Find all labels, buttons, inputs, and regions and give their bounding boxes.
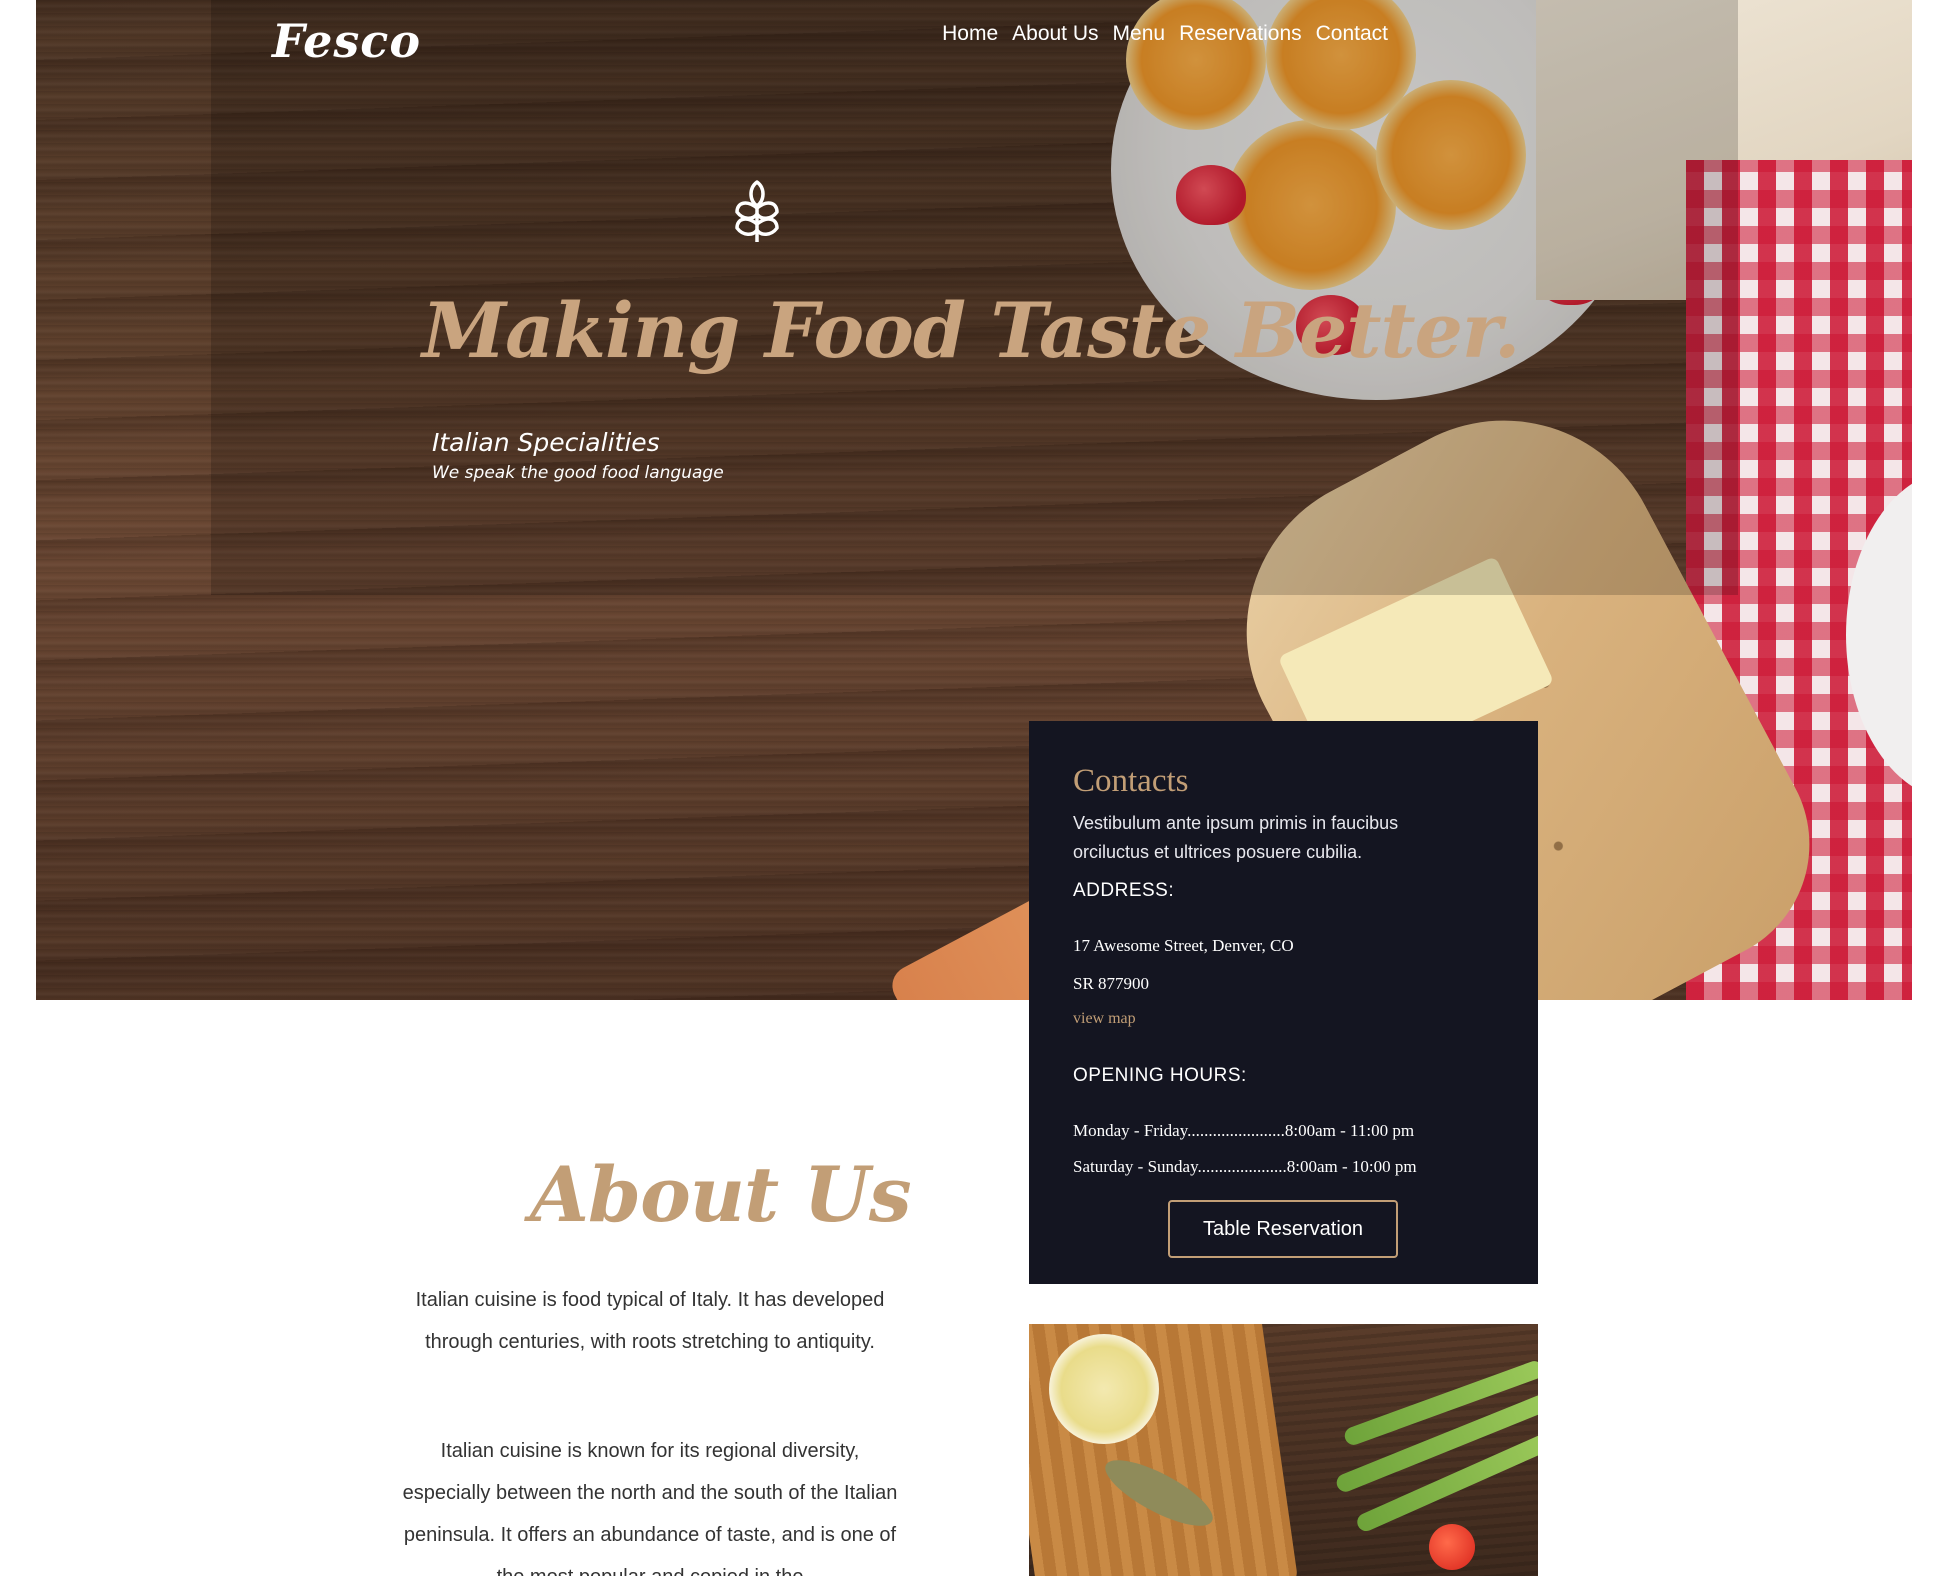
site-logo[interactable]: Fesco	[272, 14, 421, 68]
table-reservation-button[interactable]: Table Reservation	[1168, 1200, 1398, 1258]
nav-about-us[interactable]: About Us	[1012, 22, 1098, 46]
hero-headline: Making Food Taste Better.	[422, 286, 1520, 375]
address-heading: ADDRESS:	[1073, 880, 1175, 901]
hero-tagline: We speak the good food language	[432, 463, 724, 483]
tomato-image	[1429, 1524, 1475, 1570]
view-map-link[interactable]: view map	[1073, 1010, 1136, 1028]
about-title: About Us	[530, 1150, 912, 1239]
contacts-description: Vestibulum ante ipsum primis in faucibus…	[1073, 813, 1399, 862]
about-paragraph: Italian cuisine is food typical of Italy…	[415, 1289, 885, 1353]
vegetables-image	[1029, 1324, 1538, 1576]
about-paragraph: Italian cuisine is known for its regiona…	[402, 1440, 898, 1576]
lemon-image	[1049, 1334, 1159, 1444]
contacts-title: Contacts	[1073, 763, 1189, 799]
hours-row: Monday - Friday.......................8:…	[1073, 1121, 1415, 1140]
address-line: 17 Awesome Street, Denver, CO	[1073, 936, 1294, 955]
address-line: SR 877900	[1073, 974, 1150, 993]
nav-reservations[interactable]: Reservations	[1179, 22, 1302, 46]
hero-section	[36, 0, 1912, 1000]
nav-menu[interactable]: Menu	[1113, 22, 1166, 46]
hours-row: Saturday - Sunday.....................8:…	[1073, 1157, 1417, 1176]
main-nav: Home About Us Menu Reservations Contact	[942, 22, 1388, 46]
nav-home[interactable]: Home	[942, 22, 998, 46]
nav-contact[interactable]: Contact	[1316, 22, 1388, 46]
hours-heading: OPENING HOURS:	[1073, 1065, 1247, 1086]
contacts-card: Contacts Vestibulum ante ipsum primis in…	[1029, 721, 1538, 1284]
hero-subtitle: Italian Specialities	[432, 428, 660, 457]
wheat-leaf-icon	[735, 180, 779, 242]
